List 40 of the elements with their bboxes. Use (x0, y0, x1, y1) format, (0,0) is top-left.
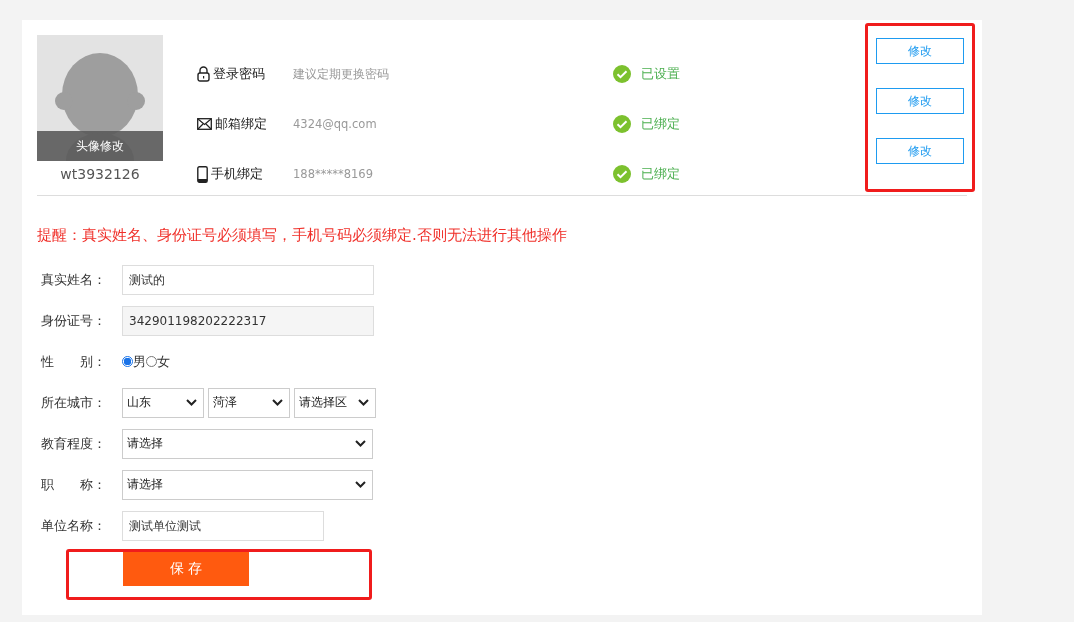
chevron-down-icon (355, 440, 366, 447)
input-field[interactable]: 测试的 (122, 264, 374, 295)
dropdown[interactable]: 请选择 (122, 469, 373, 500)
security-value: 188*****8169 (293, 167, 374, 181)
security-label: 手机绑定 (211, 165, 263, 183)
security-label: 登录密码 (213, 65, 265, 83)
status-text: 已绑定 (641, 165, 680, 183)
input-field[interactable]: 342901198202222317 (122, 305, 374, 336)
security-label: 邮箱绑定 (215, 115, 267, 133)
chevron-down-icon (186, 399, 197, 406)
security-value: 建议定期更换密码 (293, 66, 390, 82)
field-label: 身份证号： (41, 311, 107, 330)
radio-button[interactable] (122, 356, 133, 367)
field-label: 职 称： (41, 475, 107, 494)
chevron-down-icon (272, 399, 283, 406)
dropdown[interactable]: 菏泽 (208, 387, 290, 418)
field-label: 所在城市： (41, 393, 107, 412)
field-label: 单位名称： (41, 516, 107, 535)
envelope-icon (197, 118, 212, 130)
field-label: 教育程度： (41, 434, 107, 453)
avatar-placeholder[interactable]: 头像修改 (37, 35, 163, 161)
avatar-edit-label[interactable]: 头像修改 (37, 131, 163, 161)
chevron-down-icon (358, 399, 369, 406)
status-text: 已设置 (641, 65, 680, 83)
field-label: 真实姓名： (41, 270, 107, 289)
security-value: 4324@qq.com (293, 117, 378, 131)
phone-icon (197, 165, 208, 183)
dropdown[interactable]: 请选择 (122, 428, 373, 459)
radio-button[interactable] (146, 356, 157, 367)
field-label: 性 别： (41, 352, 107, 371)
status-text: 已绑定 (641, 115, 680, 133)
dropdown[interactable]: 山东 (122, 387, 204, 418)
username: wt3932126 (60, 166, 140, 182)
lock-icon (197, 66, 210, 82)
dropdown[interactable]: 请选择区 (294, 387, 376, 418)
notice-text: 提醒：真实姓名、身份证号必须填写，手机号码必须绑定.否则无法进行其他操作 (37, 226, 568, 245)
input-field[interactable]: 测试单位测试 (122, 510, 324, 541)
chevron-down-icon (355, 481, 366, 488)
radio-label: 女 (157, 352, 170, 371)
radio-label: 男 (133, 352, 146, 371)
